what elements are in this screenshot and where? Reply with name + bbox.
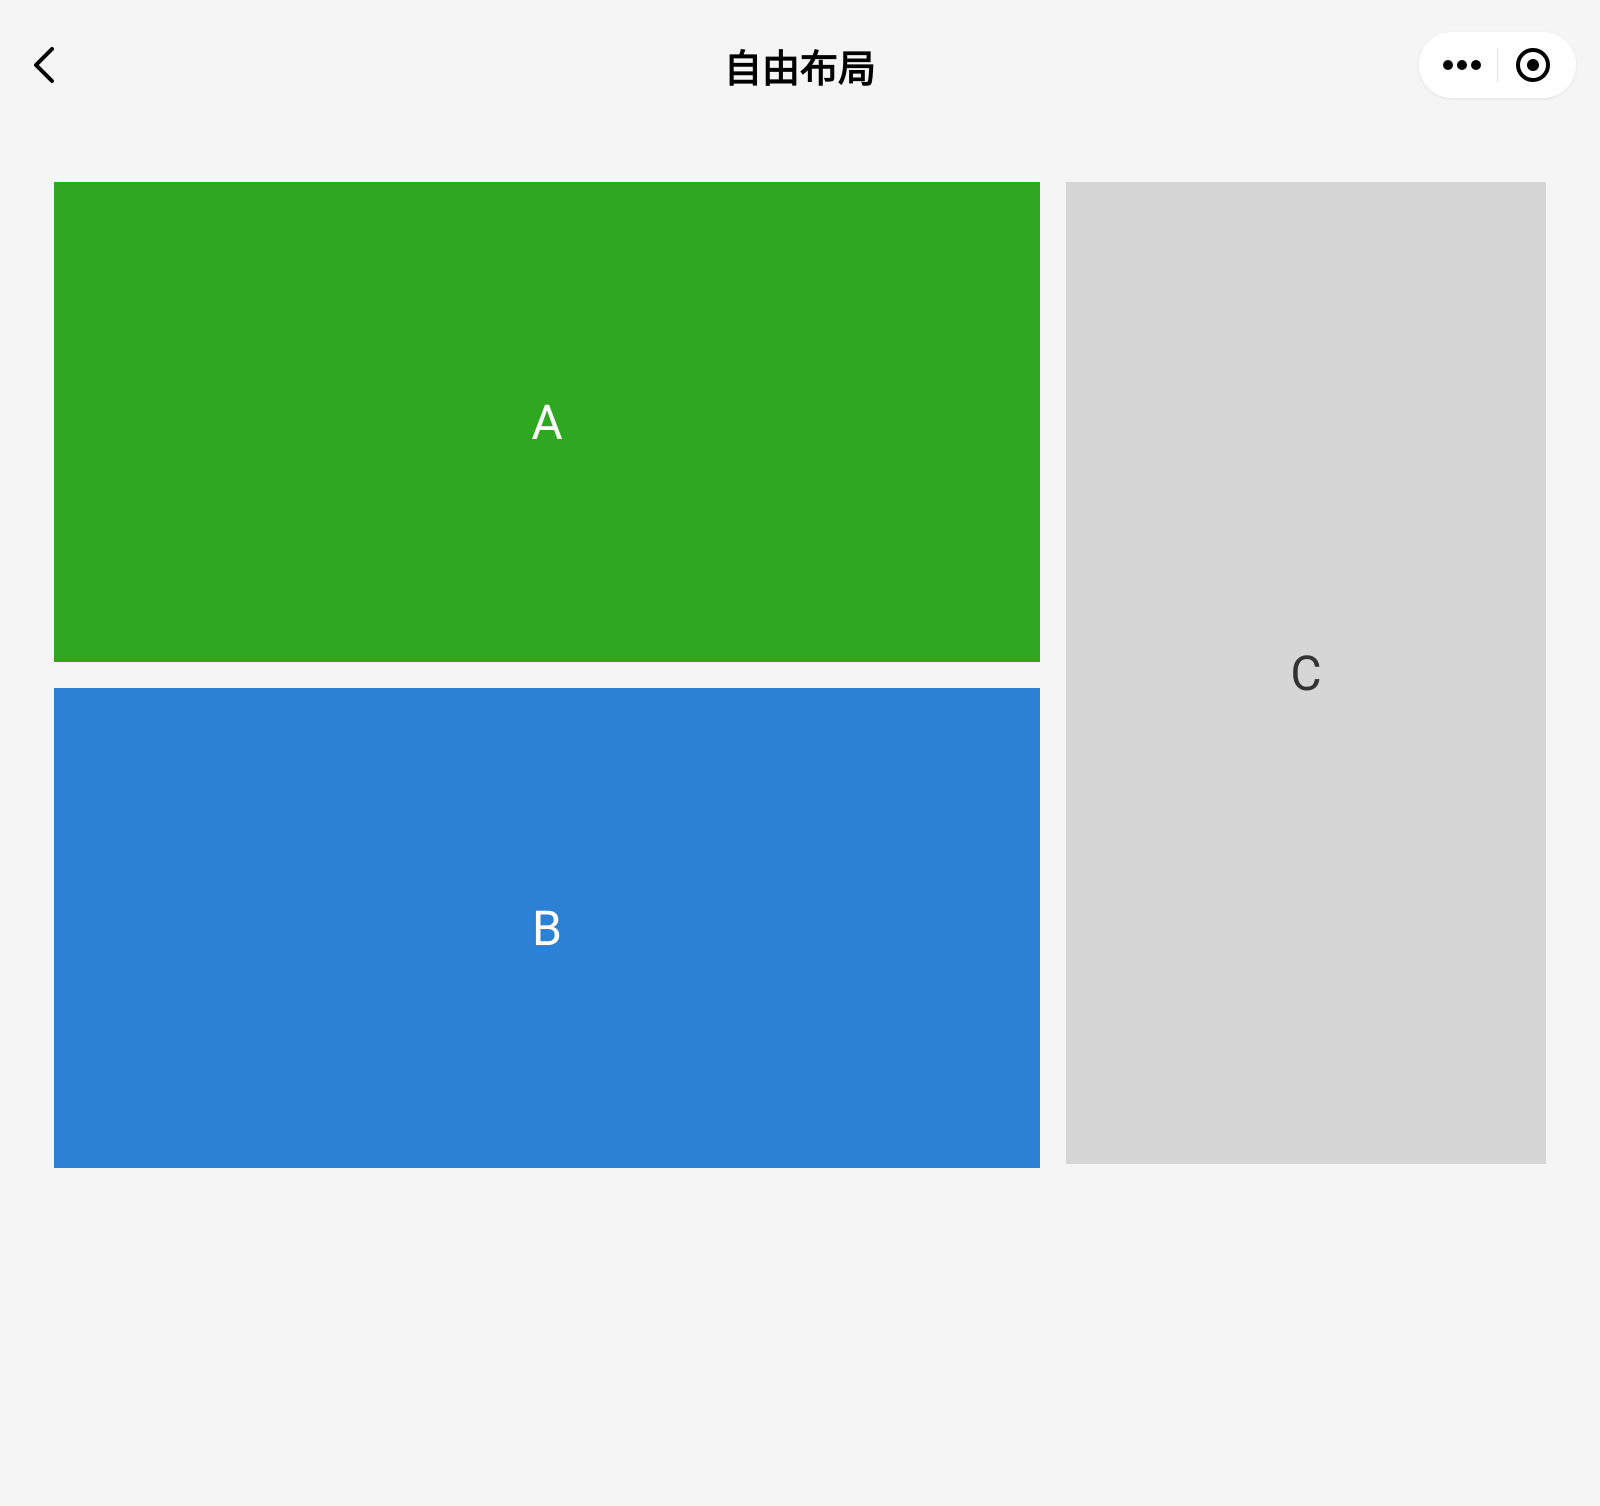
target-button[interactable]: [1498, 32, 1568, 98]
back-button[interactable]: [24, 45, 64, 85]
header-actions: [1419, 32, 1576, 98]
box-b: B: [54, 688, 1040, 1168]
box-c: C: [1066, 182, 1546, 1164]
page-title: 自由布局: [724, 38, 876, 93]
more-button[interactable]: [1427, 32, 1497, 98]
target-icon: [1515, 47, 1551, 83]
box-a: A: [54, 182, 1040, 662]
header: 自由布局: [0, 0, 1600, 130]
box-c-label: C: [1290, 645, 1321, 702]
box-a-label: A: [531, 394, 562, 451]
box-b-label: B: [532, 900, 562, 957]
chevron-left-icon: [32, 45, 56, 85]
ellipsis-icon: [1442, 59, 1482, 71]
left-column: A B: [54, 182, 1040, 1168]
content: A B C: [0, 130, 1600, 1220]
